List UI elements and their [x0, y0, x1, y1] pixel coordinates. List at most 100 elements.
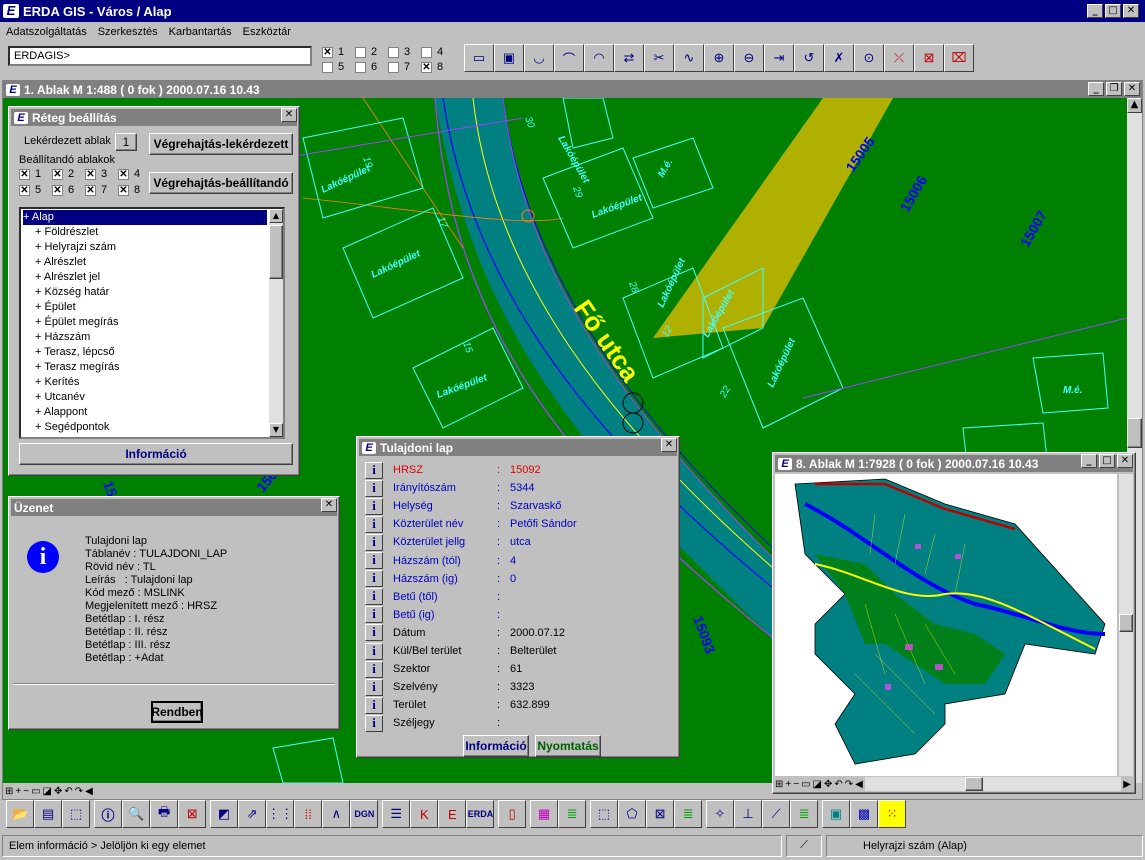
row-info-icon[interactable]: i	[365, 533, 383, 551]
exec-set-button[interactable]: Végrehajtás-beállítandó	[149, 172, 293, 194]
row-info-icon[interactable]: i	[365, 479, 383, 497]
redo-icon[interactable]: ↷	[75, 786, 83, 797]
layer-list-item[interactable]: + Épület megírás	[23, 315, 267, 330]
layer-list-item[interactable]: + Utcanév	[23, 390, 267, 405]
layer-list-item[interactable]: + Kerítés	[23, 375, 267, 390]
scroll-right-icon[interactable]: ▶	[1123, 779, 1131, 790]
window-check-3[interactable]: ✕ 3	[85, 168, 118, 180]
arrow-right-icon[interactable]: ⇥	[764, 44, 794, 72]
checkbox-icon[interactable]	[421, 46, 432, 58]
layer-list-item[interactable]: + Község határ	[23, 285, 267, 300]
cut-icon[interactable]: ✂	[644, 44, 674, 72]
arc-icon[interactable]: ⌒	[554, 44, 584, 72]
layer-list-item[interactable]: + Terasz megírás	[23, 360, 267, 375]
layer-scroll-down-icon[interactable]: ▼	[269, 423, 283, 437]
pan-icon[interactable]: ✥	[54, 786, 62, 797]
checkbox-icon[interactable]	[355, 46, 366, 58]
close-button[interactable]: ✕	[1123, 4, 1139, 18]
overview-maximize-button[interactable]: □	[1099, 454, 1115, 468]
fit-icon[interactable]: ◪	[43, 786, 52, 797]
cube-icon[interactable]: ⬚	[62, 800, 91, 828]
exec-queried-button[interactable]: Végrehajtás-lekérdezett	[149, 133, 293, 155]
overview-horizontal-scrollbar[interactable]	[864, 777, 1122, 791]
layer-list-item[interactable]: + Földrészlet	[23, 225, 267, 240]
main-minimize-button[interactable]: _	[1088, 82, 1104, 96]
maximize-button[interactable]: □	[1105, 4, 1121, 18]
menu-adatszolgaltatas[interactable]: Adatszolgáltatás	[6, 26, 87, 38]
layer-window-close-button[interactable]: ✕	[281, 108, 297, 122]
curve-icon[interactable]: ∿	[674, 44, 704, 72]
break-icon[interactable]: ⤫	[884, 44, 914, 72]
undo-icon[interactable]: ↶	[64, 786, 72, 797]
swap-icon[interactable]: ⇄	[614, 44, 644, 72]
print-icon[interactable]: 🖶	[150, 800, 179, 828]
window-check-5[interactable]: ✕ 5	[19, 184, 52, 196]
layer-list[interactable]: + Alap + Földrészlet + Helyrajzi szám + Alr…	[19, 207, 285, 439]
green-grid-icon[interactable]: ≣	[674, 800, 703, 828]
window-icon[interactable]: ▭	[31, 786, 40, 797]
select-window-icon[interactable]: ▭	[464, 44, 494, 72]
overview-minimize-button[interactable]: _	[1081, 454, 1097, 468]
zoom-in-icon[interactable]: +	[785, 779, 791, 790]
zoom-in-icon[interactable]: +	[15, 786, 21, 797]
query-icon[interactable]: 🔍	[122, 800, 151, 828]
arc-up-icon[interactable]: ◠	[584, 44, 614, 72]
blue-box-icon[interactable]: ▩	[850, 800, 879, 828]
row-info-icon[interactable]: i	[365, 497, 383, 515]
arc-down-icon[interactable]: ◡	[524, 44, 554, 72]
erda-button[interactable]: ERDA	[466, 800, 495, 828]
row-info-icon[interactable]: i	[365, 552, 383, 569]
layer-list-item[interactable]: + Alap	[23, 210, 267, 225]
redo-icon[interactable]: ↷	[845, 779, 853, 790]
info-tool-icon[interactable]: ⓘ	[93, 800, 123, 828]
window-icon[interactable]: ▭	[801, 779, 810, 790]
layer-list-item[interactable]: + Házszám	[23, 330, 267, 345]
scroll-thumb[interactable]	[1127, 418, 1142, 448]
checkbox-icon[interactable]	[355, 61, 366, 73]
property-print-button[interactable]: Nyomtatás	[535, 735, 601, 757]
view-check-7[interactable]: 7	[388, 61, 421, 73]
grid-icon[interactable]: ⋮⋮	[266, 800, 295, 828]
vertical-line-icon[interactable]: ⊥	[733, 800, 763, 828]
green-grid2-icon[interactable]: ≣	[790, 800, 819, 828]
minimize-button[interactable]: _	[1087, 4, 1103, 18]
green-list-icon[interactable]: ≣	[558, 800, 587, 828]
diagonal-icon[interactable]: ⟋	[762, 800, 791, 828]
overview-close-button[interactable]: ✕	[1117, 454, 1133, 468]
view-check-5[interactable]: 5	[322, 61, 355, 73]
row-info-icon[interactable]: i	[365, 660, 383, 678]
layer-info-button[interactable]: Információ	[19, 443, 293, 465]
cyan-icon[interactable]: ▣	[821, 800, 851, 828]
intersect-icon[interactable]: ✗	[824, 44, 854, 72]
view-check-3[interactable]: 3	[388, 46, 421, 58]
layer-list-scrollbar[interactable]: ▲ ▼	[269, 209, 283, 437]
window-check-2[interactable]: ✕ 2	[52, 168, 85, 180]
checkbox-icon[interactable]: ✕	[322, 46, 333, 58]
row-info-icon[interactable]: i	[365, 515, 383, 533]
undo-icon[interactable]: ↶	[834, 779, 842, 790]
row-info-icon[interactable]: i	[365, 588, 383, 606]
main-restore-button[interactable]: ❐	[1106, 82, 1122, 96]
scroll-left-icon[interactable]: ◀	[85, 786, 93, 797]
dotted-poly-icon[interactable]: ⬠	[617, 800, 647, 828]
pink-table-icon[interactable]: ▦	[530, 800, 559, 828]
draw-area-icon[interactable]: ◩	[209, 800, 239, 828]
checkbox-icon[interactable]	[388, 46, 399, 58]
view-tool-icon[interactable]: ⊞	[775, 779, 783, 790]
row-info-icon[interactable]: i	[365, 642, 383, 660]
view-tool-icon[interactable]: ⊞	[5, 786, 13, 797]
layer-scroll-thumb[interactable]	[269, 225, 283, 279]
view-check-4[interactable]: 4	[421, 46, 454, 58]
select-cross-icon[interactable]: ⊠	[178, 800, 207, 828]
message-ok-button[interactable]: Rendben	[151, 701, 203, 723]
move-icon[interactable]: ⇗	[238, 800, 267, 828]
open-folder-icon[interactable]: 📂	[6, 800, 35, 828]
layers-icon[interactable]: ▤	[34, 800, 63, 828]
layer-list-item[interactable]: + Épület	[23, 300, 267, 315]
view-check-1[interactable]: ✕ 1	[322, 46, 355, 58]
sparkle-icon[interactable]: ✧	[705, 800, 734, 828]
checkbox-icon[interactable]: ✕	[52, 168, 63, 180]
yellow-dots-icon[interactable]: ⁙	[878, 800, 907, 828]
checkbox-icon[interactable]: ✕	[52, 184, 63, 196]
view-check-6[interactable]: 6	[355, 61, 388, 73]
